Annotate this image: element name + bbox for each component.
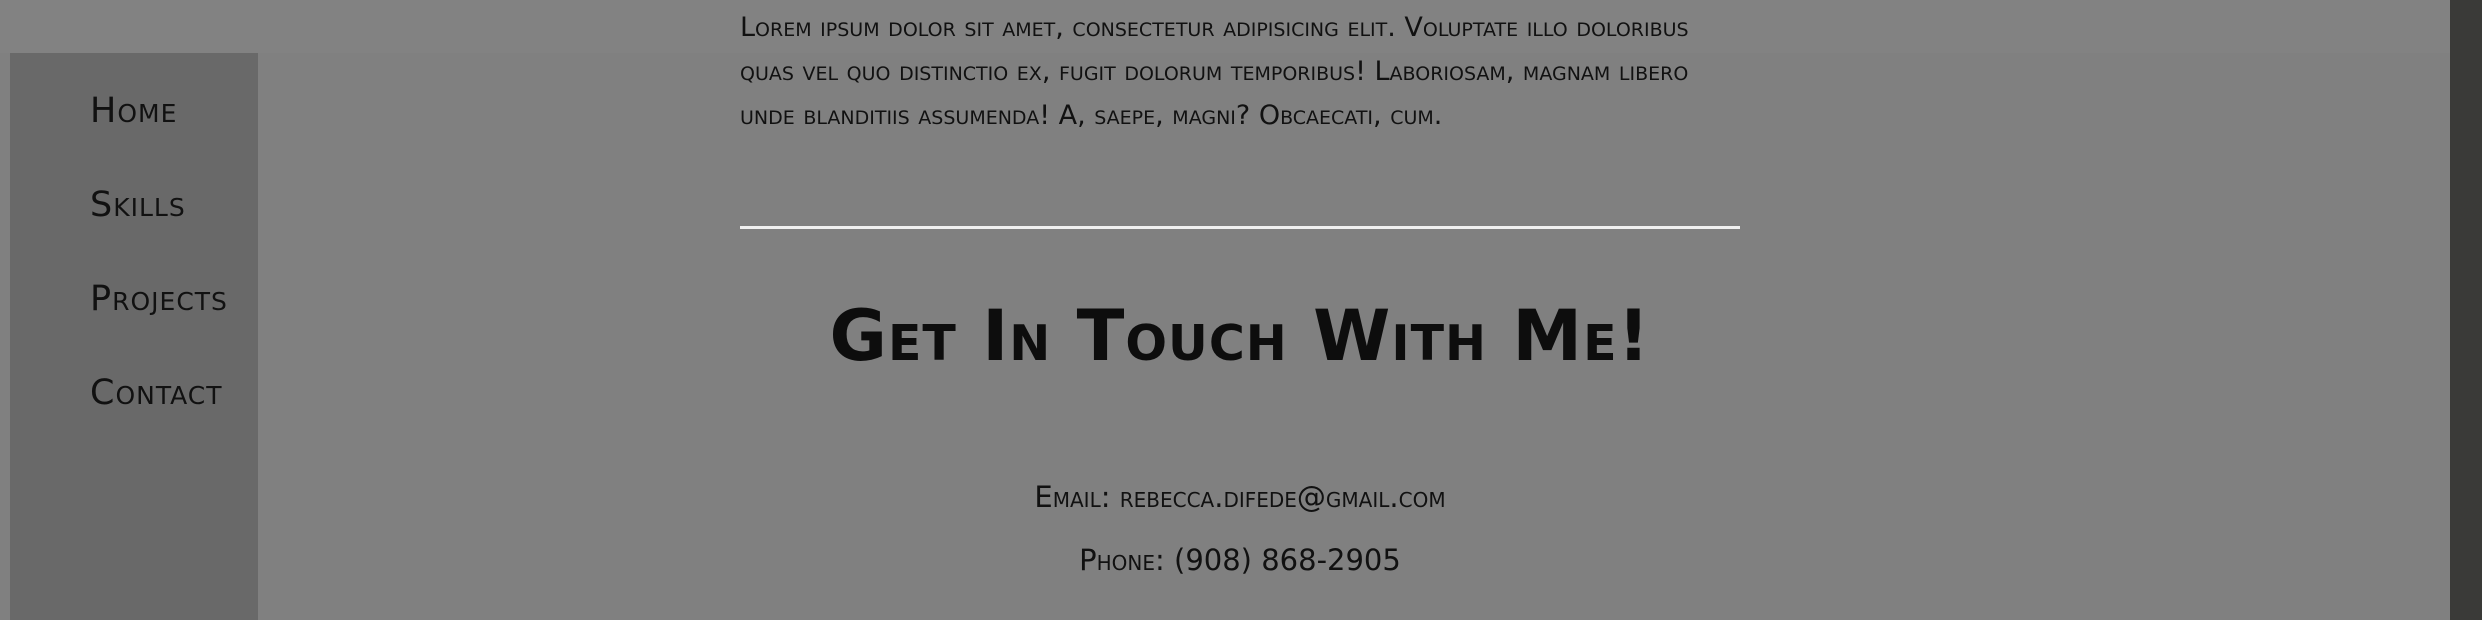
contact-email-line: Email: rebecca.difede@gmail.com bbox=[740, 480, 1740, 514]
sidebar-nav: Home Skills Projects Contact bbox=[10, 53, 258, 620]
sidebar-item-home[interactable]: Home bbox=[90, 91, 177, 131]
sidebar-item-contact[interactable]: Contact bbox=[90, 373, 223, 413]
email-label: Email: bbox=[1034, 480, 1111, 514]
sidebar-item-projects[interactable]: Projects bbox=[90, 279, 228, 319]
phone-label: Phone: bbox=[1079, 543, 1165, 577]
contact-phone-line: Phone: (908) 868-2905 bbox=[740, 543, 1740, 577]
phone-number: (908) 868-2905 bbox=[1174, 543, 1401, 577]
about-paragraph: Lorem ipsum dolor sit amet, consectetur … bbox=[740, 12, 1689, 131]
sidebar-item-skills[interactable]: Skills bbox=[90, 185, 186, 225]
window-edge bbox=[2450, 0, 2482, 620]
email-link[interactable]: rebecca.difede@gmail.com bbox=[1120, 480, 1446, 514]
contact-heading: Get In Touch With Me! bbox=[829, 295, 1651, 377]
section-divider bbox=[740, 226, 1740, 229]
